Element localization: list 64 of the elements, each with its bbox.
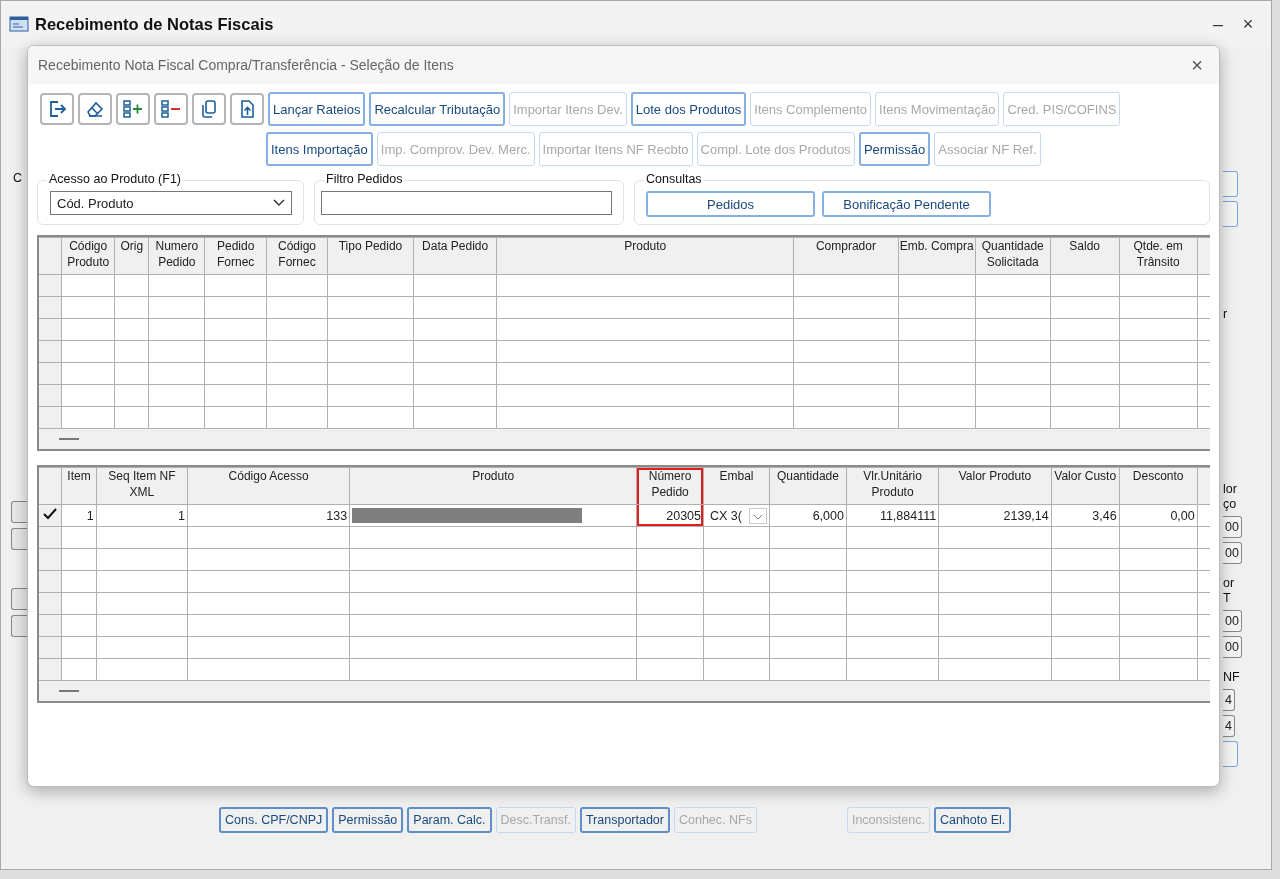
minimize-button[interactable]: –	[1203, 12, 1233, 36]
background-button[interactable]: Canhoto El.	[933, 807, 1012, 833]
background-label: lor	[1223, 482, 1237, 497]
query-button[interactable]: Pedidos	[646, 191, 815, 217]
splitter-handle-icon[interactable]	[59, 438, 79, 440]
group-label: Filtro Pedidos	[324, 172, 405, 186]
dropdown-icon[interactable]	[748, 507, 767, 524]
upload-button[interactable]	[230, 93, 264, 125]
background-label: NF	[1223, 670, 1240, 685]
table-cell: 1	[178, 508, 185, 523]
table-cell: 11,884111	[879, 508, 937, 523]
toolbar-button[interactable]: Permissão	[858, 132, 931, 166]
chevron-down-icon	[273, 199, 285, 207]
table-cell: 1	[86, 508, 94, 523]
close-button[interactable]: ×	[1233, 12, 1263, 36]
background-field[interactable]: 00	[1223, 636, 1242, 658]
splitter-handle-icon[interactable]	[59, 690, 79, 692]
toolbar-button[interactable]: Lançar Rateios	[268, 92, 366, 126]
background-label: ço	[1223, 497, 1237, 512]
toolbar-button[interactable]: Lote dos Produtos	[630, 92, 747, 126]
background-button[interactable]: Cons. CPF/CNPJ	[219, 807, 329, 833]
background-button[interactable]: Param. Calc.	[407, 807, 492, 833]
table-cell: 2139,14	[1003, 508, 1049, 523]
table-cell: 133	[326, 508, 348, 523]
background-field[interactable]: 00	[1223, 516, 1242, 538]
background-field[interactable]: 4	[1223, 715, 1235, 737]
product-access-dropdown[interactable]: Cód. Produto	[50, 191, 292, 215]
toolbar-button[interactable]: Itens Importação	[266, 132, 373, 166]
background-label: C	[13, 171, 23, 186]
dialog-title: Recebimento Nota Fiscal Compra/Transferência - Seleção de Itens	[38, 57, 454, 73]
query-button[interactable]: Bonificação Pendente	[822, 191, 991, 217]
window-title: Recebimento de Notas Fiscais	[35, 14, 274, 34]
background-field[interactable]: 4	[1223, 689, 1235, 711]
table-cell: 6,000	[812, 508, 844, 523]
eraser-button[interactable]	[78, 93, 112, 125]
close-button[interactable]: ×	[1185, 52, 1209, 78]
table-cell: 20305	[666, 508, 701, 523]
group-label: Consultas	[644, 172, 704, 186]
background-field[interactable]	[1223, 171, 1238, 197]
background-field[interactable]	[1223, 201, 1238, 227]
background-label: or	[1223, 576, 1235, 591]
list-add-icon	[122, 99, 144, 119]
eraser-icon	[85, 99, 105, 119]
order-filter-field[interactable]	[321, 191, 612, 215]
exit-button[interactable]	[40, 93, 74, 125]
window-icon	[9, 16, 29, 32]
toolbar-button[interactable]: Recalcular Tributação	[369, 92, 506, 126]
background-field[interactable]: 00	[1223, 610, 1242, 632]
table-cell: 0,00	[1170, 508, 1195, 523]
copy-icon	[199, 99, 219, 119]
background-button[interactable]: Transportador	[579, 807, 670, 833]
background-field[interactable]	[1223, 741, 1238, 767]
copy-button[interactable]	[192, 93, 226, 125]
add-row-button[interactable]	[116, 93, 150, 125]
group-label: Acesso ao Produto (F1)	[47, 172, 183, 186]
background-label: r	[1223, 307, 1228, 322]
table-cell: 3,46	[1092, 508, 1117, 523]
table-cell: CX 3(	[710, 508, 742, 523]
background-button[interactable]: Permissão	[332, 807, 404, 833]
list-remove-icon	[160, 99, 182, 119]
exit-icon	[47, 99, 67, 119]
background-field[interactable]: 00	[1223, 542, 1242, 564]
background-label: T	[1223, 591, 1231, 606]
remove-row-button[interactable]	[154, 93, 188, 125]
